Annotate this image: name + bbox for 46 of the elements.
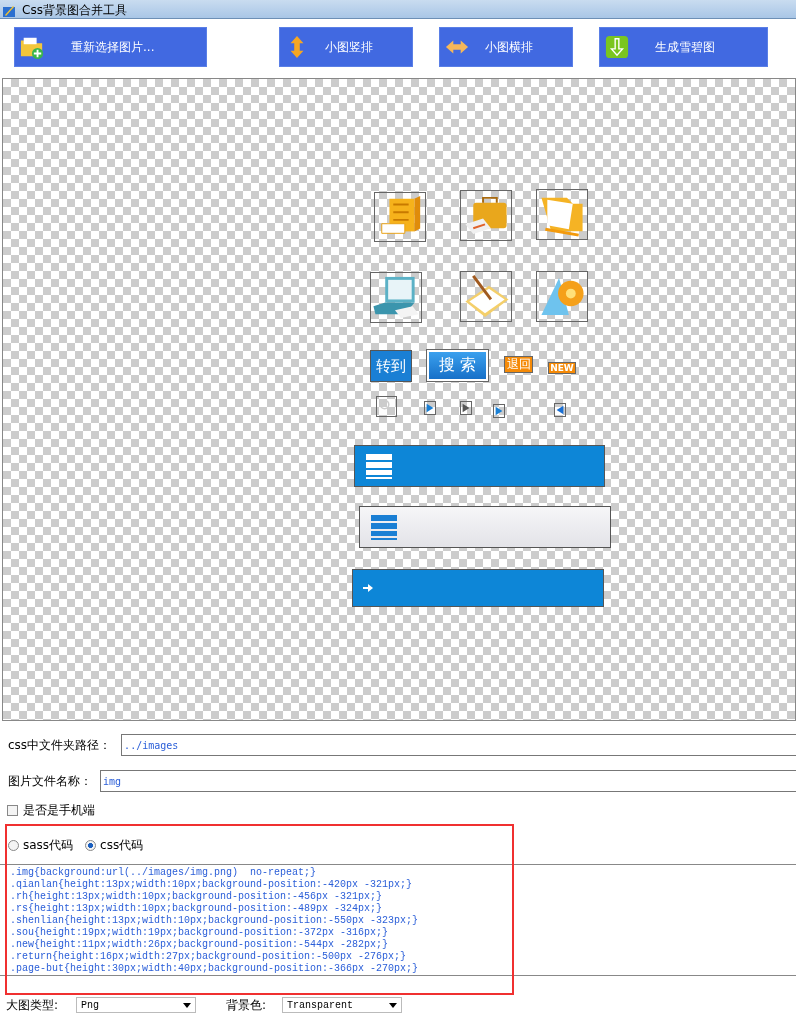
arrow-right-icon [363, 584, 373, 592]
checkbox[interactable] [7, 804, 18, 816]
code-line: .img{background:url(../images/img.png) no-repeat;} [10, 867, 318, 879]
code-line: .qianlan{height:13px;width:10px;background-position:-420px -321px;} [10, 879, 414, 891]
field-label: 大图类型: [6, 996, 60, 1014]
sprite-label: 转到 [370, 350, 412, 382]
sprite-label: 退回 [504, 356, 533, 373]
code-line: .new{height:11px;width:26px;background-position:-544px -282px;} [10, 939, 390, 951]
app-icon [2, 4, 16, 18]
field-label: 图片文件名称： [8, 772, 92, 790]
toolbar-button[interactable]: 小图竖排 [279, 27, 413, 67]
server-icon [366, 453, 392, 479]
code-line: .return{height:16px;width:27px;background-position:-500px -276px;} [10, 951, 408, 963]
folder-add-icon [20, 35, 44, 59]
dropdown[interactable]: Png [76, 997, 196, 1013]
radio-button[interactable] [85, 839, 97, 851]
caret-icon [183, 1002, 191, 1008]
window-title: Css背景图合并工具 [22, 2, 127, 18]
server-icon [371, 514, 397, 540]
arrow-right-icon [425, 402, 435, 414]
code-line: .shenlian{height:13px;width:10px;background-position:-550px -323px;} [10, 915, 420, 927]
code-line: .sou{height:19px;width:19px;background-position:-372px -316px;} [10, 927, 390, 939]
radio-label: css代码 [100, 836, 144, 854]
sprite-label: 搜 索 [427, 350, 488, 381]
checkbox-label: 是否是手机端 [23, 801, 95, 819]
toolbar-button[interactable]: 生成雪碧图 [599, 27, 768, 67]
input-field[interactable]: ../images [121, 734, 796, 756]
code-line: .rs{height:13px;width:10px;background-position:-489px -324px;} [10, 903, 384, 915]
toolbar-button[interactable]: 小图横排 [439, 27, 573, 67]
toolbar-button[interactable]: 重新选择图片... [14, 27, 207, 67]
field-label: css中文件夹路径： [8, 736, 112, 754]
code-textarea[interactable] [0, 864, 796, 976]
magnifier-icon [377, 397, 396, 416]
caret-icon [389, 1002, 397, 1008]
arrow-right-icon [461, 402, 471, 414]
sprite-label: NEW [548, 362, 576, 374]
radio-label: sass代码 [23, 836, 74, 854]
arrow-right-icon [494, 405, 504, 417]
code-line: .page-but{height:30px;width:40px;background-position:-366px -270px;} [10, 963, 420, 975]
input-field[interactable]: img [100, 770, 796, 792]
field-label: 背景色: [226, 996, 268, 1014]
download-icon [605, 35, 629, 59]
arrow-left-icon [555, 404, 565, 416]
code-line: .rh{height:13px;width:10px;background-position:-456px -321px;} [10, 891, 384, 903]
radio-button[interactable] [8, 839, 19, 851]
dropdown[interactable]: Transparent [282, 997, 402, 1013]
